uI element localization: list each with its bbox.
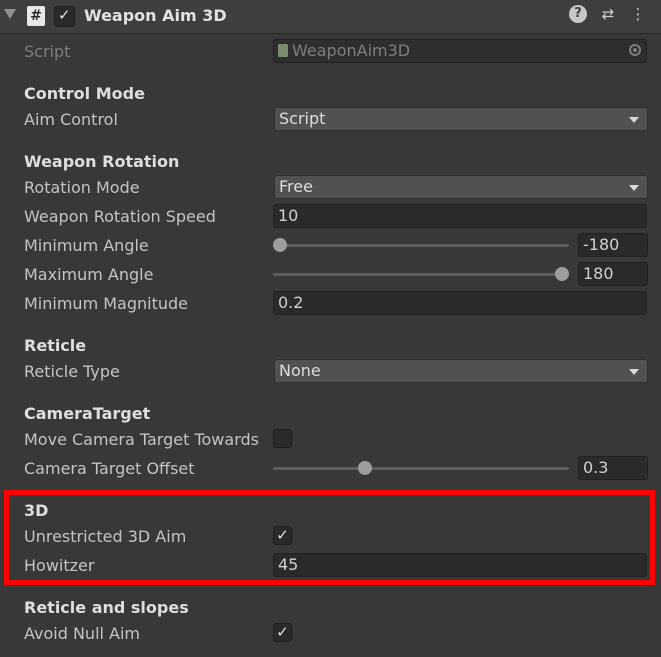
control-mode-header: Control Mode <box>24 84 145 103</box>
reticle-type-value: None <box>279 361 321 380</box>
minimum-angle-row: Minimum Angle -180 <box>0 232 661 260</box>
minimum-angle-label: Minimum Angle <box>24 236 149 255</box>
script-asset-icon <box>278 44 288 57</box>
maximum-angle-field[interactable]: 180 <box>578 262 648 286</box>
reticle-type-dropdown[interactable]: None <box>274 359 648 383</box>
script-object-field[interactable]: WeaponAim3D <box>273 39 647 63</box>
header-icons: ? ⇄ ⋮ <box>569 5 647 23</box>
aim-control-value: Script <box>279 109 326 128</box>
object-picker-icon[interactable] <box>629 44 641 56</box>
camera-target-offset-slider-thumb[interactable] <box>357 461 372 475</box>
avoid-null-aim-row: Avoid Null Aim ✓ <box>0 620 661 648</box>
minimum-angle-slider-thumb[interactable] <box>273 238 287 252</box>
reticle-type-row: Reticle Type None <box>0 358 661 386</box>
rotation-mode-label: Rotation Mode <box>24 178 140 197</box>
aim-control-label: Aim Control <box>24 110 118 129</box>
preset-icon[interactable]: ⇄ <box>599 5 617 23</box>
minimum-angle-slider[interactable] <box>273 244 569 247</box>
checkmark-icon: ✓ <box>58 6 71 24</box>
camera-target-offset-field[interactable]: 0.3 <box>578 456 648 480</box>
aim-control-row: Aim Control Script <box>0 106 661 134</box>
minimum-magnitude-label: Minimum Magnitude <box>24 294 188 313</box>
chevron-down-icon <box>629 185 639 191</box>
foldout-arrow-icon[interactable] <box>4 9 16 19</box>
avoid-null-aim-checkbox[interactable]: ✓ <box>273 623 292 642</box>
minimum-magnitude-field[interactable]: 0.2 <box>273 291 647 315</box>
rotation-speed-label: Weapon Rotation Speed <box>24 207 216 226</box>
camera-target-offset-row: Camera Target Offset 0.3 <box>0 455 661 483</box>
camera-target-header: CameraTarget <box>24 404 151 423</box>
move-camera-target-label: Move Camera Target Towards <box>24 430 259 449</box>
camera-target-offset-label: Camera Target Offset <box>24 459 195 478</box>
rotation-mode-dropdown[interactable]: Free <box>274 175 648 199</box>
reticle-header: Reticle <box>24 336 87 355</box>
maximum-angle-slider-thumb[interactable] <box>555 267 569 281</box>
script-row: Script WeaponAim3D <box>0 38 661 66</box>
more-icon[interactable]: ⋮ <box>629 5 647 23</box>
minimum-angle-field[interactable]: -180 <box>578 233 648 257</box>
camera-target-offset-slider[interactable] <box>273 467 569 470</box>
maximum-angle-label: Maximum Angle <box>24 265 154 284</box>
rotation-mode-value: Free <box>279 177 313 196</box>
move-camera-target-row: Move Camera Target Towards <box>0 426 661 454</box>
component-enabled-checkbox[interactable]: ✓ <box>54 6 75 27</box>
move-camera-target-checkbox[interactable] <box>273 429 292 448</box>
highlight-box <box>4 490 655 585</box>
script-value: WeaponAim3D <box>292 41 411 60</box>
minimum-magnitude-row: Minimum Magnitude 0.2 <box>0 290 661 318</box>
reticle-type-label: Reticle Type <box>24 362 120 381</box>
maximum-angle-row: Maximum Angle 180 <box>0 261 661 289</box>
weapon-rotation-header: Weapon Rotation <box>24 152 180 171</box>
chevron-down-icon <box>629 117 639 123</box>
component-header: # ✓ Weapon Aim 3D ? ⇄ ⋮ <box>0 0 661 34</box>
reticle-and-slopes-header: Reticle and slopes <box>24 598 189 617</box>
avoid-null-aim-label: Avoid Null Aim <box>24 624 141 643</box>
script-label: Script <box>24 42 71 61</box>
chevron-down-icon <box>629 369 639 375</box>
rotation-speed-field[interactable]: 10 <box>273 204 647 228</box>
rotation-mode-row: Rotation Mode Free <box>0 174 661 202</box>
component-title: Weapon Aim 3D <box>84 6 227 25</box>
script-icon: # <box>27 6 45 26</box>
rotation-speed-row: Weapon Rotation Speed 10 <box>0 203 661 231</box>
maximum-angle-slider[interactable] <box>273 273 569 276</box>
aim-control-dropdown[interactable]: Script <box>274 107 648 131</box>
help-icon[interactable]: ? <box>569 5 587 23</box>
